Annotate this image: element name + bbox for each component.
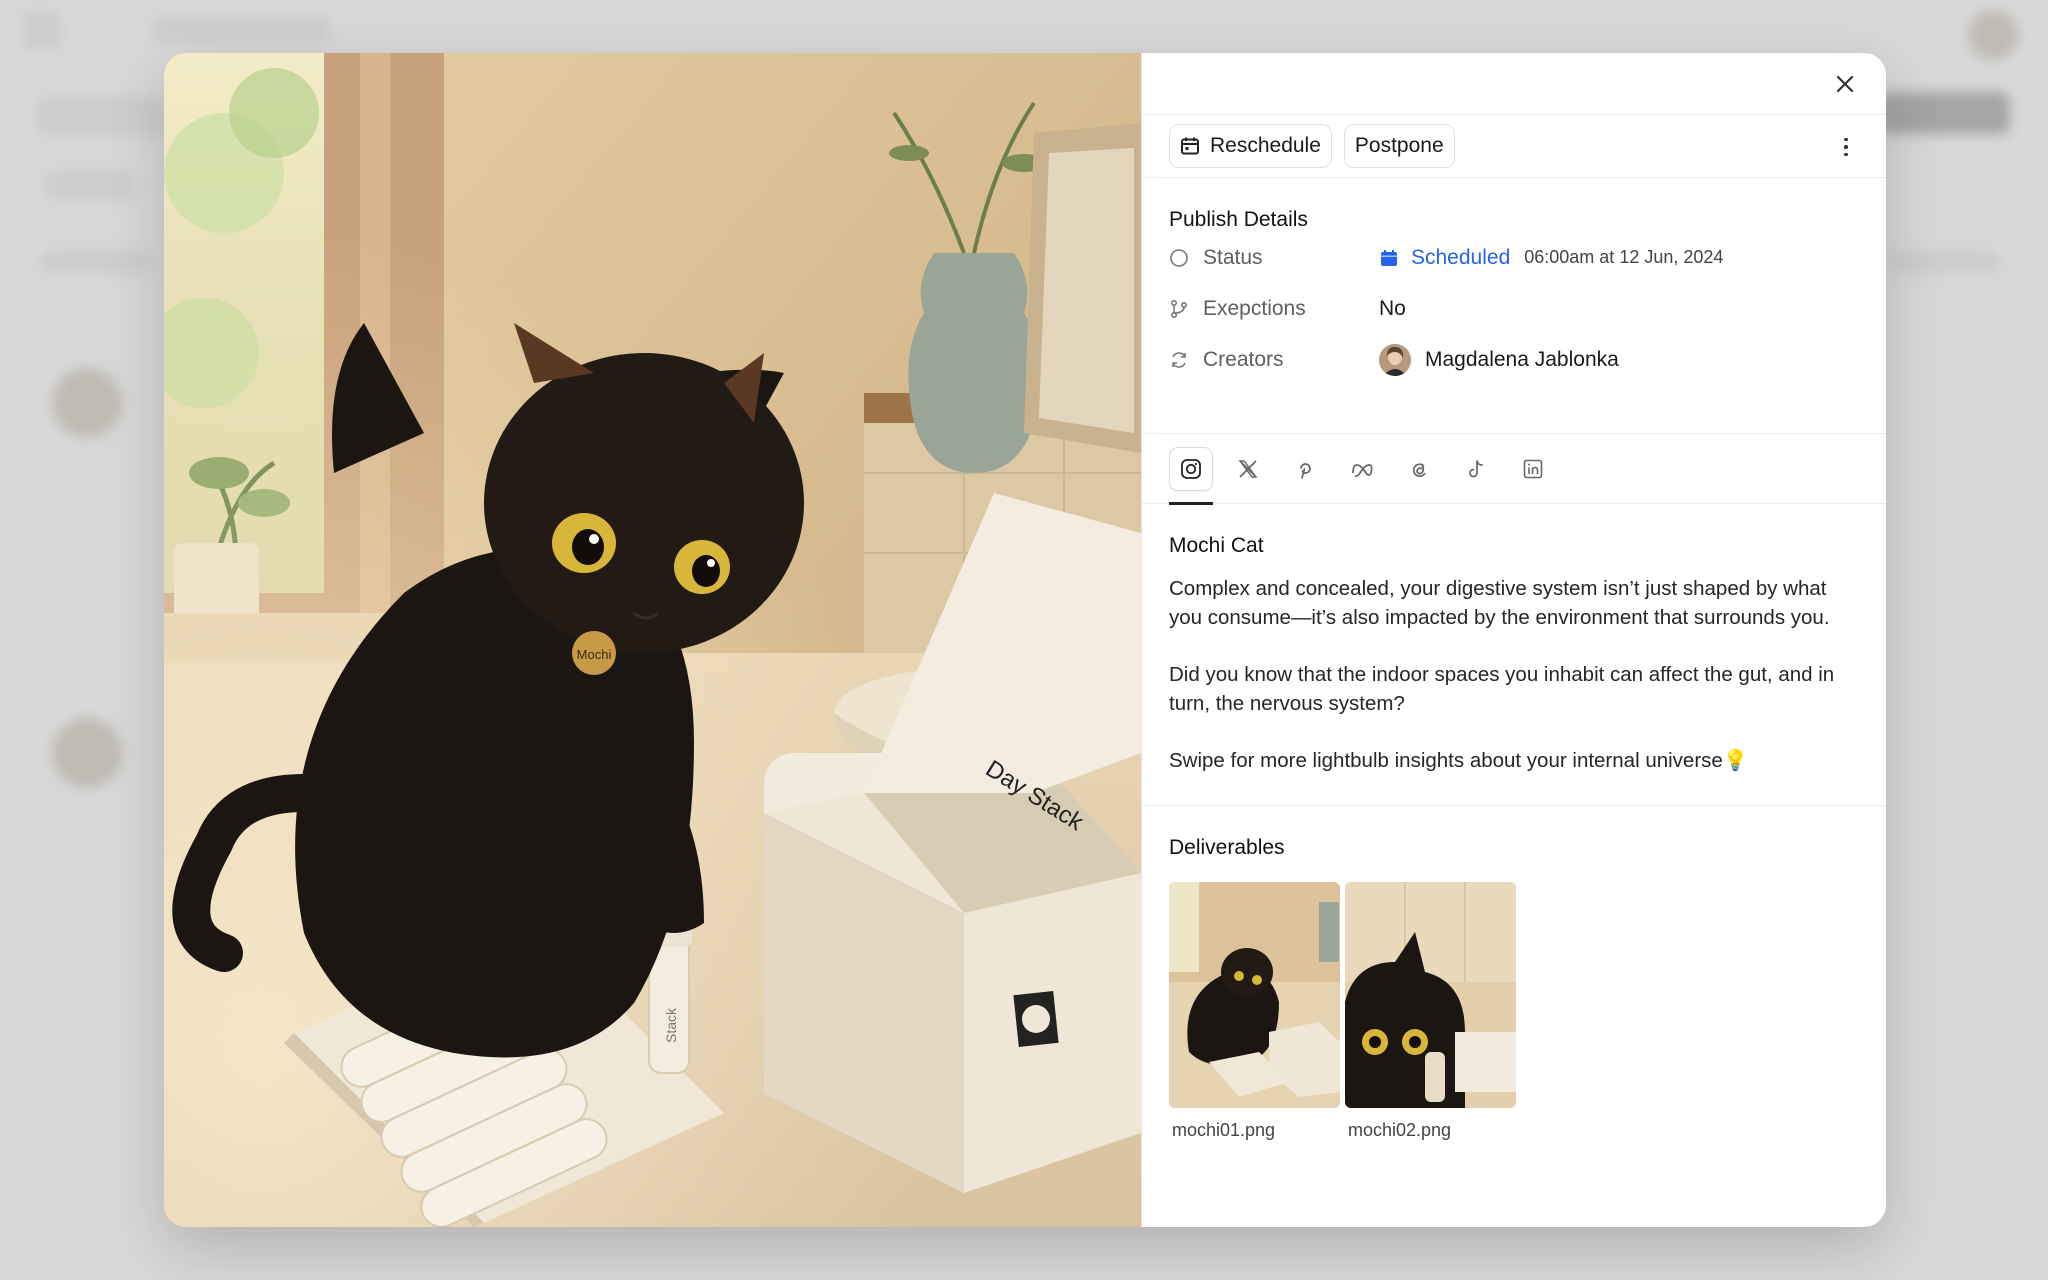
linkedin-icon bbox=[1523, 459, 1543, 478]
tab-threads[interactable] bbox=[1397, 447, 1441, 491]
vial-label-text: Stack bbox=[663, 1007, 679, 1043]
post-paragraph: Did you know that the indoor spaces you … bbox=[1169, 663, 1835, 715]
creator-name[interactable]: Magdalena Jablonka bbox=[1425, 348, 1619, 372]
meta-icon bbox=[1352, 463, 1373, 477]
post-paragraph: Complex and concealed, your digestive sy… bbox=[1169, 577, 1830, 629]
publish-details-title: Publish Details bbox=[1169, 208, 1308, 231]
close-icon bbox=[1836, 75, 1854, 93]
collar-tag-text: Mochi bbox=[577, 647, 612, 662]
exceptions-label: Exepctions bbox=[1203, 296, 1306, 320]
creators-label: Creators bbox=[1203, 347, 1284, 371]
platform-tabs bbox=[1142, 434, 1886, 505]
exceptions-value: No bbox=[1379, 296, 1406, 320]
creators-row: Creators Magdalena Jablonka bbox=[1169, 334, 1859, 385]
instagram-icon bbox=[1181, 458, 1201, 479]
panel-header bbox=[1142, 53, 1886, 115]
mochi01-thumbnail-image bbox=[1169, 882, 1340, 1108]
tab-instagram[interactable] bbox=[1169, 446, 1213, 505]
tab-meta[interactable] bbox=[1340, 447, 1384, 491]
status-row: Status Scheduled 06:00am at 12 Jun, 2024 bbox=[1169, 232, 1859, 283]
reschedule-label: Reschedule bbox=[1210, 134, 1321, 157]
post-paragraph: Swipe for more lightbulb insights about … bbox=[1169, 749, 1749, 772]
calendar-icon bbox=[1181, 137, 1199, 155]
media-preview: Day Stack Stack Mochi bbox=[164, 53, 1141, 1227]
refresh-icon bbox=[1172, 351, 1186, 368]
more-options-button[interactable] bbox=[1836, 133, 1856, 161]
close-button[interactable] bbox=[1830, 69, 1860, 99]
tab-x[interactable] bbox=[1226, 447, 1270, 491]
cat-photo-illustration: Day Stack Stack Mochi bbox=[164, 53, 1141, 1227]
more-vertical-icon bbox=[1844, 137, 1848, 142]
status-value-badge: Scheduled bbox=[1411, 245, 1511, 269]
tab-linkedin[interactable] bbox=[1511, 447, 1555, 491]
deliverable-filename: mochi01.png bbox=[1172, 1120, 1276, 1140]
deliverable-filename: mochi02.png bbox=[1348, 1120, 1452, 1140]
action-bar: Reschedule Postpone bbox=[1142, 115, 1886, 178]
avatar-portrait bbox=[1379, 343, 1411, 376]
deliverable-thumbnail[interactable] bbox=[1345, 882, 1516, 1108]
status-label: Status bbox=[1203, 245, 1263, 269]
deliverable-thumbnail[interactable] bbox=[1169, 882, 1340, 1108]
post-content-section: Mochi Cat Complex and concealed, your di… bbox=[1142, 504, 1886, 806]
deliverable-item[interactable]: mochi02.png bbox=[1345, 882, 1516, 1141]
branch-icon bbox=[1170, 299, 1188, 318]
postpone-label: Postpone bbox=[1354, 134, 1444, 157]
x-icon bbox=[1238, 459, 1258, 478]
status-time: 06:00am at 12 Jun, 2024 bbox=[1524, 247, 1724, 267]
deliverable-item[interactable]: mochi01.png bbox=[1169, 882, 1340, 1141]
publish-details-section: Publish Details Status Scheduled 06:00am… bbox=[1142, 178, 1886, 434]
postpone-button[interactable]: Postpone bbox=[1343, 124, 1455, 168]
tab-pinterest[interactable] bbox=[1283, 447, 1327, 491]
status-circle-icon bbox=[1170, 248, 1188, 267]
threads-icon bbox=[1412, 462, 1426, 477]
exceptions-row: Exepctions No bbox=[1169, 283, 1859, 334]
deliverables-section: Deliverables mochi01.png mochi02.png bbox=[1142, 806, 1886, 1171]
scheduled-calendar-icon bbox=[1381, 249, 1397, 266]
pinterest-icon bbox=[1300, 462, 1311, 479]
tiktok-icon bbox=[1469, 459, 1483, 477]
post-details-panel: Reschedule Postpone Publish Details Stat… bbox=[1141, 53, 1886, 1227]
reschedule-button[interactable]: Reschedule bbox=[1169, 124, 1332, 168]
deliverables-title: Deliverables bbox=[1169, 836, 1285, 859]
tab-tiktok[interactable] bbox=[1454, 447, 1498, 491]
post-detail-modal: Day Stack Stack Mochi Reschedule Postpon… bbox=[164, 53, 1886, 1227]
post-title: Mochi Cat bbox=[1169, 534, 1264, 557]
mochi02-thumbnail-image bbox=[1345, 882, 1516, 1108]
creator-avatar[interactable] bbox=[1379, 343, 1411, 376]
